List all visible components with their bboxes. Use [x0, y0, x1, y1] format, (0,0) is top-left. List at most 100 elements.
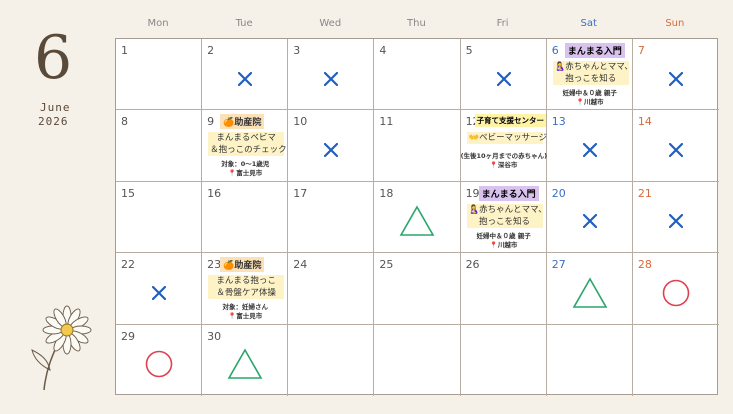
day-cell-empty	[547, 324, 633, 396]
event-description: まんまる抱っこ	[208, 275, 285, 288]
available-circle-icon	[662, 279, 690, 307]
day-cell-22[interactable]: 22	[116, 253, 203, 325]
day-cell-20[interactable]: 20	[546, 181, 633, 254]
day-number: 4	[379, 44, 387, 57]
unavailable-x-icon	[668, 143, 683, 158]
limited-triangle-icon	[572, 277, 608, 308]
day-number: 14	[637, 115, 652, 129]
day-number: 29	[121, 329, 135, 343]
day-cell-8[interactable]: 8	[116, 110, 203, 182]
weekday-header-tue: Tue	[235, 18, 253, 29]
day-number: 23	[207, 258, 222, 272]
calendar-grid: 1 2 3 4 5 6 まんまる入門 🤱赤ちゃんとママ、 抱っこを知る 妊婦中＆０歳 親子 📍川越市…	[115, 38, 719, 396]
day-cell-19[interactable]: 19 まんまる入門 🤱赤ちゃんとママ、 抱っこを知る 妊婦中＆０歳 親子 📍川越市	[460, 181, 547, 254]
day-number: 13	[551, 115, 566, 129]
day-number: 8	[121, 115, 128, 129]
unavailable-x-icon	[324, 71, 339, 86]
event-title: 子育て支援センター	[474, 114, 547, 128]
unavailable-x-icon	[152, 285, 167, 300]
unavailable-x-icon	[238, 71, 253, 86]
day-number: 22	[121, 258, 135, 272]
day-number: 16	[207, 186, 222, 200]
day-number: 26	[465, 258, 480, 272]
day-cell-23[interactable]: 23 🍊助産院 まんまる抱っこ ＆骨盤ケア体操 対象：妊婦さん 📍富士見市	[202, 253, 289, 325]
day-number: 18	[379, 186, 394, 200]
day-cell-empty	[461, 324, 547, 396]
day-cell-empty	[288, 324, 375, 396]
weekday-header-wed: Wed	[319, 18, 342, 29]
day-cell-26[interactable]: 26	[460, 253, 547, 325]
day-cell-4[interactable]: 4	[374, 39, 461, 111]
day-cell-25[interactable]: 25	[374, 253, 461, 325]
event-location: 📍富士見市	[228, 169, 263, 178]
day-cell-7[interactable]: 7	[632, 39, 719, 111]
day-cell-empty	[374, 324, 461, 396]
day-number: 9	[207, 115, 215, 129]
event-location: 📍富士見市	[228, 312, 263, 321]
limited-triangle-icon	[227, 348, 263, 380]
day-number: 1	[121, 44, 128, 57]
event-description: 抱っこを知る	[552, 73, 629, 85]
day-cell-12[interactable]: 12 子育て支援センター 👐ベビーマッサージ (生後10ヶ月までの赤ちゃん) 📍深谷市	[460, 110, 547, 182]
day-number: 15	[121, 186, 135, 200]
day-cell-15[interactable]: 15	[116, 181, 203, 254]
day-number: 25	[379, 258, 394, 272]
event-description: ＆骨盤ケア体操	[208, 287, 285, 300]
unavailable-x-icon	[668, 71, 683, 86]
day-number: 3	[293, 44, 301, 57]
day-cell-9[interactable]: 9 🍊助産院 まんまるベビマ ＆抱っこのチェック 対象：0～1歳児 📍富士見市	[202, 110, 289, 182]
event-description: 🤱赤ちゃんとママ、	[466, 203, 547, 216]
weekday-header-sat: Sat	[580, 18, 597, 29]
daisy-flower-icon	[31, 305, 92, 391]
month-name: June	[40, 101, 71, 114]
day-number: 17	[293, 186, 308, 200]
day-cell-24[interactable]: 24	[288, 253, 375, 325]
day-number: 21	[637, 186, 652, 200]
day-cell-16[interactable]: 16	[202, 181, 289, 254]
day-cell-30[interactable]: 30	[202, 324, 289, 396]
event-description: 🤱赤ちゃんとママ、	[552, 61, 633, 73]
unavailable-x-icon	[582, 143, 597, 158]
event-title: 🍊助産院	[220, 257, 265, 273]
weekday-header-thu: Thu	[407, 18, 426, 29]
day-cell-17[interactable]: 17	[288, 181, 375, 254]
day-number: 2	[207, 44, 215, 57]
day-cell-28[interactable]: 28	[632, 253, 719, 325]
event-location: 📍川越市	[575, 98, 604, 106]
month-number: 6	[34, 23, 73, 93]
day-cell-3[interactable]: 3	[288, 39, 375, 111]
day-cell-11[interactable]: 11	[374, 110, 461, 182]
day-cell-18[interactable]: 18	[374, 181, 461, 254]
day-cell-5[interactable]: 5	[460, 39, 547, 111]
day-cell-14[interactable]: 14	[632, 110, 719, 182]
day-number: 20	[551, 186, 566, 200]
weekday-header-sun: Sun	[665, 18, 685, 29]
day-number: 24	[293, 258, 308, 272]
day-cell-6[interactable]: 6 まんまる入門 🤱赤ちゃんとママ、 抱っこを知る 妊婦中＆０歳 親子 📍川越市	[546, 39, 633, 111]
day-cell-13[interactable]: 13	[546, 110, 633, 182]
day-number: 6	[551, 44, 559, 57]
weekday-header-fri: Fri	[496, 18, 509, 29]
event-description: まんまるベビマ	[208, 132, 285, 145]
event-location: 📍川越市	[489, 240, 518, 249]
event-location: 📍深谷市	[489, 161, 518, 170]
day-number: 11	[379, 115, 394, 129]
limited-triangle-icon	[400, 205, 435, 237]
day-cell-27[interactable]: 27	[546, 253, 633, 325]
day-cell-2[interactable]: 2	[202, 39, 289, 111]
month-sidebar: 6 June 2026	[0, 0, 115, 414]
day-number: 28	[637, 258, 652, 272]
day-cell-10[interactable]: 10	[288, 110, 375, 182]
day-cell-21[interactable]: 21	[632, 182, 719, 254]
unavailable-x-icon	[668, 214, 683, 229]
day-cell-29[interactable]: 29	[116, 324, 203, 396]
unavailable-x-icon	[324, 143, 339, 158]
available-circle-icon	[145, 350, 173, 378]
event-title: 🍊助産院	[220, 114, 265, 130]
day-cell-empty	[633, 325, 719, 396]
day-cell-1[interactable]: 1	[116, 39, 203, 111]
event-description: 👐ベビーマッサージ	[466, 132, 547, 145]
day-number: 27	[551, 258, 566, 272]
event-title: まんまる入門	[478, 185, 539, 201]
event-title: まんまる入門	[564, 43, 625, 58]
